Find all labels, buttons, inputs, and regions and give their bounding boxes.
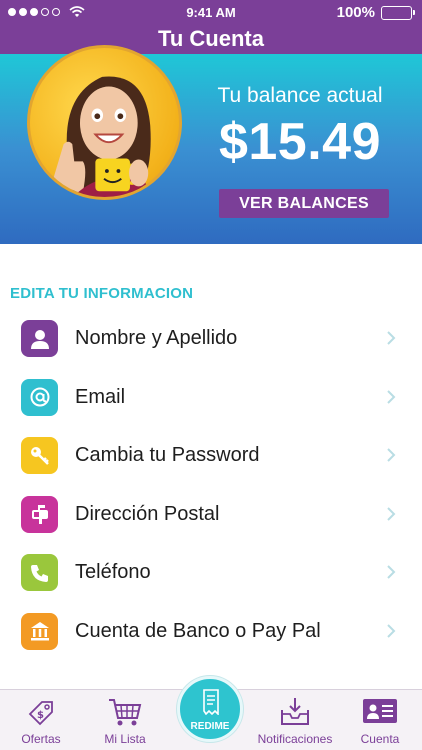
avatar — [27, 45, 182, 200]
tab-ofertas[interactable]: $ Ofertas — [6, 690, 76, 750]
menu-item-postal-address[interactable]: Dirección Postal — [0, 484, 422, 543]
tab-mi-lista[interactable]: Mi Lista — [90, 690, 160, 750]
battery-percent: 100% — [336, 4, 375, 21]
tab-label: Notificaciones — [257, 732, 333, 746]
account-menu: Nombre y Apellido Email Cambia tu Passwo… — [0, 308, 422, 659]
page-title: Tu Cuenta — [158, 26, 264, 51]
tab-label: Mi Lista — [104, 732, 146, 746]
menu-item-label: Nombre y Apellido — [75, 327, 238, 349]
svg-text:$: $ — [37, 710, 44, 721]
shopping-cart-icon — [109, 699, 142, 726]
key-icon — [21, 437, 58, 474]
battery-icon — [381, 5, 415, 20]
chevron-right-icon — [387, 331, 396, 345]
user-icon — [21, 320, 58, 357]
chevron-right-icon — [387, 506, 396, 521]
menu-item-email[interactable]: Email — [0, 367, 422, 426]
menu-item-password[interactable]: Cambia tu Password — [0, 425, 422, 484]
balance-hero: Tu balance actual $15.49 VER BALANCES — [0, 45, 422, 244]
tab-notificaciones[interactable]: Notificaciones — [250, 690, 340, 750]
chevron-right-icon — [387, 623, 396, 638]
menu-item-label: Cambia tu Password — [75, 444, 260, 466]
tab-cuenta[interactable]: Cuenta — [346, 690, 414, 750]
balance-amount: $15.49 — [218, 113, 382, 171]
menu-item-label: Teléfono — [75, 561, 151, 583]
bank-icon — [21, 612, 58, 650]
tab-label: Ofertas — [21, 732, 61, 746]
chevron-right-icon — [387, 389, 396, 404]
profile-photo — [49, 76, 151, 197]
menu-item-name[interactable]: Nombre y Apellido — [0, 308, 422, 367]
chevron-right-icon — [387, 565, 396, 579]
view-balances-button[interactable]: VER BALANCES — [219, 189, 389, 218]
redeem-label: REDIME — [190, 721, 230, 732]
navigation-bar: Tu Cuenta — [0, 26, 422, 54]
status-bar: 9:41 AM 100% — [0, 0, 422, 26]
menu-item-bank-account[interactable]: Cuenta de Banco o Pay Pal — [0, 601, 422, 660]
menu-item-label: Cuenta de Banco o Pay Pal — [75, 619, 321, 642]
phone-icon — [21, 554, 58, 591]
mailbox-icon — [21, 495, 58, 533]
battery-status: 100% — [336, 4, 415, 21]
inbox-download-icon — [281, 698, 309, 725]
menu-item-label: Email — [75, 385, 126, 408]
menu-item-phone[interactable]: Teléfono — [0, 542, 422, 601]
receipt-icon — [203, 689, 219, 715]
price-tag-icon: $ — [28, 701, 53, 726]
redeem-button[interactable]: REDIME — [177, 676, 243, 742]
balance-label: Tu balance actual — [217, 84, 383, 107]
tab-label: Cuenta — [360, 732, 400, 746]
section-title: EDITA TU INFORMACION — [10, 285, 194, 302]
chevron-right-icon — [387, 448, 396, 462]
menu-item-label: Dirección Postal — [75, 502, 220, 525]
at-sign-icon — [21, 378, 58, 416]
account-card-icon — [363, 699, 397, 723]
